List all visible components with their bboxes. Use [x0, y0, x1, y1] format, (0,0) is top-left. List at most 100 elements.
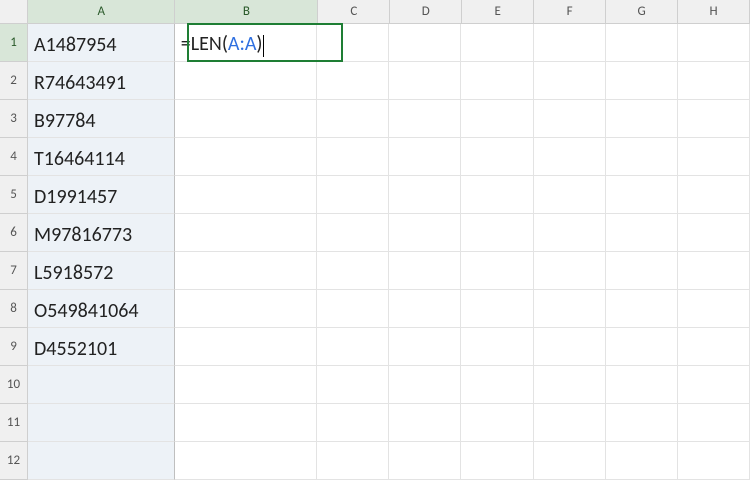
cell-C11[interactable] — [317, 404, 389, 442]
cell-A10[interactable] — [28, 366, 175, 404]
column-header-F[interactable]: F — [534, 0, 606, 24]
row-header-7[interactable]: 7 — [0, 252, 28, 290]
cell-A4[interactable]: T16464114 — [28, 138, 175, 176]
column-header-D[interactable]: D — [390, 0, 462, 24]
cell-C7[interactable] — [317, 252, 389, 290]
cell-C5[interactable] — [317, 176, 389, 214]
cell-G1[interactable] — [606, 24, 678, 62]
cell-B7[interactable] — [175, 252, 317, 290]
cell-D6[interactable] — [389, 214, 461, 252]
cell-C6[interactable] — [317, 214, 389, 252]
row-header-10[interactable]: 10 — [0, 366, 28, 404]
cell-E9[interactable] — [461, 328, 533, 366]
cell-B10[interactable] — [175, 366, 317, 404]
cell-B1[interactable]: =LEN(A:A) — [175, 24, 317, 62]
cell-C8[interactable] — [317, 290, 389, 328]
cell-G5[interactable] — [606, 176, 678, 214]
formula-input[interactable]: =LEN(A:A) — [181, 32, 265, 56]
cell-C2[interactable] — [317, 62, 389, 100]
cell-E2[interactable] — [461, 62, 533, 100]
cell-A7[interactable]: L5918572 — [28, 252, 175, 290]
cell-A12[interactable] — [28, 442, 175, 480]
cell-H7[interactable] — [678, 252, 750, 290]
cell-D11[interactable] — [389, 404, 461, 442]
cell-G9[interactable] — [606, 328, 678, 366]
row-header-5[interactable]: 5 — [0, 176, 28, 214]
cell-A5[interactable]: D1991457 — [28, 176, 175, 214]
column-header-H[interactable]: H — [678, 0, 750, 24]
cell-F6[interactable] — [534, 214, 606, 252]
row-header-4[interactable]: 4 — [0, 138, 28, 176]
cell-E1[interactable] — [461, 24, 533, 62]
cell-H4[interactable] — [678, 138, 750, 176]
row-header-1[interactable]: 1 — [0, 24, 28, 62]
cell-B12[interactable] — [175, 442, 317, 480]
cell-H3[interactable] — [678, 100, 750, 138]
cell-H11[interactable] — [678, 404, 750, 442]
row-header-9[interactable]: 9 — [0, 328, 28, 366]
cell-A9[interactable]: D4552101 — [28, 328, 175, 366]
cell-H5[interactable] — [678, 176, 750, 214]
column-header-G[interactable]: G — [606, 0, 678, 24]
cell-F5[interactable] — [534, 176, 606, 214]
column-header-E[interactable]: E — [462, 0, 534, 24]
cell-B4[interactable] — [175, 138, 317, 176]
cell-E10[interactable] — [461, 366, 533, 404]
row-header-6[interactable]: 6 — [0, 214, 28, 252]
cell-G10[interactable] — [606, 366, 678, 404]
cell-D12[interactable] — [389, 442, 461, 480]
cell-E8[interactable] — [461, 290, 533, 328]
cell-F3[interactable] — [534, 100, 606, 138]
cell-C12[interactable] — [317, 442, 389, 480]
cell-D9[interactable] — [389, 328, 461, 366]
cell-H1[interactable] — [678, 24, 750, 62]
cell-G3[interactable] — [606, 100, 678, 138]
cell-H6[interactable] — [678, 214, 750, 252]
cell-D1[interactable] — [389, 24, 461, 62]
cell-B3[interactable] — [175, 100, 317, 138]
cell-E12[interactable] — [461, 442, 533, 480]
cell-E3[interactable] — [461, 100, 533, 138]
cell-B2[interactable] — [175, 62, 317, 100]
cell-F2[interactable] — [534, 62, 606, 100]
cell-F4[interactable] — [534, 138, 606, 176]
cell-F11[interactable] — [534, 404, 606, 442]
row-header-3[interactable]: 3 — [0, 100, 28, 138]
row-header-8[interactable]: 8 — [0, 290, 28, 328]
cell-G4[interactable] — [606, 138, 678, 176]
cell-D8[interactable] — [389, 290, 461, 328]
cell-C9[interactable] — [317, 328, 389, 366]
cell-G6[interactable] — [606, 214, 678, 252]
cell-E4[interactable] — [461, 138, 533, 176]
select-all-corner[interactable] — [0, 0, 28, 24]
cell-F8[interactable] — [534, 290, 606, 328]
cell-H2[interactable] — [678, 62, 750, 100]
cell-B8[interactable] — [175, 290, 317, 328]
cell-A8[interactable]: O549841064 — [28, 290, 175, 328]
cell-D10[interactable] — [389, 366, 461, 404]
cell-A6[interactable]: M97816773 — [28, 214, 175, 252]
cell-G7[interactable] — [606, 252, 678, 290]
cell-H10[interactable] — [678, 366, 750, 404]
cell-H9[interactable] — [678, 328, 750, 366]
cell-G11[interactable] — [606, 404, 678, 442]
cell-F12[interactable] — [534, 442, 606, 480]
row-header-11[interactable]: 11 — [0, 404, 28, 442]
cell-F10[interactable] — [534, 366, 606, 404]
cell-G12[interactable] — [606, 442, 678, 480]
cell-E6[interactable] — [461, 214, 533, 252]
cell-C1[interactable] — [317, 24, 389, 62]
cell-F9[interactable] — [534, 328, 606, 366]
cell-E11[interactable] — [461, 404, 533, 442]
cell-F1[interactable] — [534, 24, 606, 62]
cell-B5[interactable] — [175, 176, 317, 214]
cell-A3[interactable]: B97784 — [28, 100, 175, 138]
column-header-A[interactable]: A — [28, 0, 175, 24]
cell-D5[interactable] — [389, 176, 461, 214]
cell-E5[interactable] — [461, 176, 533, 214]
cell-C3[interactable] — [317, 100, 389, 138]
cell-C10[interactable] — [317, 366, 389, 404]
cell-D7[interactable] — [389, 252, 461, 290]
cell-D2[interactable] — [389, 62, 461, 100]
cell-C4[interactable] — [317, 138, 389, 176]
